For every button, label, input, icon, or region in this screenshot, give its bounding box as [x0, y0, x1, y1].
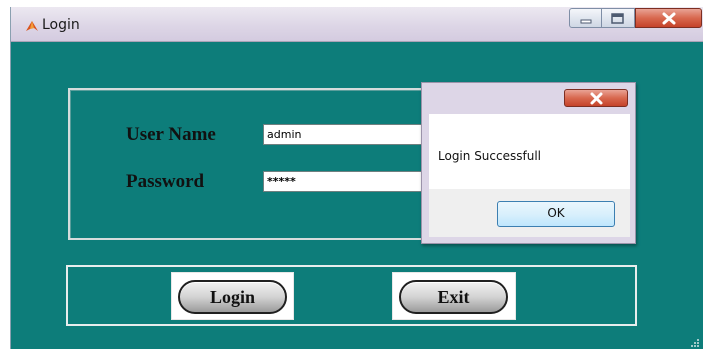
close-icon [662, 12, 676, 25]
dialog-message: Login Successfull [438, 149, 541, 163]
dialog-close-button[interactable] [564, 89, 628, 107]
dialog-footer: OK [429, 189, 630, 237]
exit-button[interactable]: Exit [399, 280, 508, 314]
minimize-button[interactable] [569, 8, 602, 28]
maximize-icon [611, 13, 624, 24]
window-title: Login [42, 17, 80, 33]
caption-buttons [566, 8, 703, 29]
login-button[interactable]: Login [178, 280, 287, 314]
exit-button-frame: Exit [392, 272, 516, 320]
password-label: Password [126, 171, 205, 192]
password-input[interactable]: ***** [263, 171, 431, 192]
maximize-button[interactable] [602, 8, 635, 28]
resize-grip-icon[interactable] [688, 338, 700, 348]
matlab-icon [26, 21, 38, 31]
close-button[interactable] [635, 8, 702, 28]
message-dialog: Login Successfull OK [421, 82, 636, 244]
actions-panel [66, 265, 637, 326]
title-bar[interactable]: Login [11, 7, 703, 42]
ok-button[interactable]: OK [497, 201, 615, 227]
username-label: User Name [126, 124, 216, 145]
username-input[interactable]: admin [263, 124, 431, 145]
dialog-body: Login Successfull [429, 114, 630, 189]
close-icon [590, 92, 603, 105]
login-button-frame: Login [171, 272, 294, 320]
minimize-icon [580, 19, 592, 24]
